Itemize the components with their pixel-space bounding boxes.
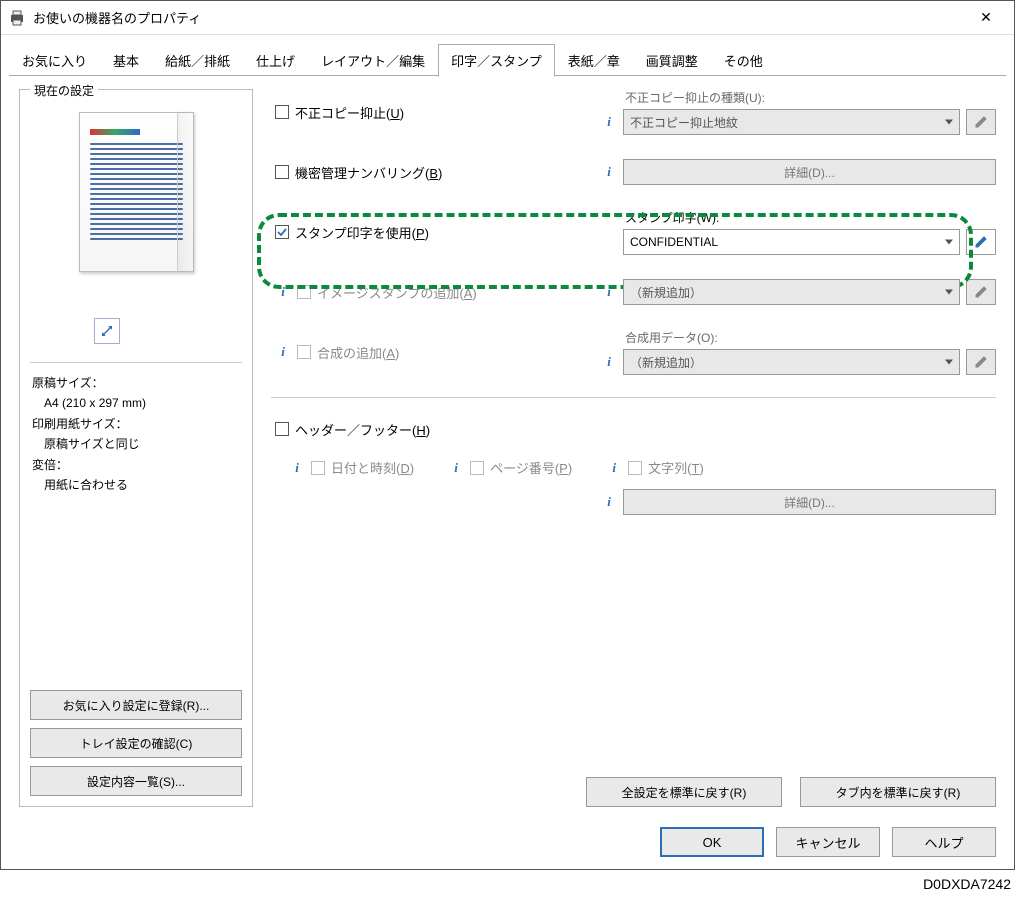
reset-tab-button[interactable]: タブ内を標準に戻す(R)	[800, 777, 996, 807]
info-icon[interactable]	[289, 460, 305, 476]
printer-icon	[9, 10, 25, 26]
tab-stamp[interactable]: 印字／スタンプ	[438, 44, 555, 77]
tab-favorites[interactable]: お気に入り	[9, 44, 100, 77]
tray-settings-button[interactable]: トレイ設定の確認(C)	[30, 728, 242, 758]
register-favorite-button[interactable]: お気に入り設定に登録(R)...	[30, 690, 242, 720]
copy-protect-label: 不正コピー抑止(U)	[295, 103, 404, 122]
info-icon[interactable]	[601, 354, 617, 370]
info-icon[interactable]	[601, 164, 617, 180]
overlay-label: 合成の追加(A)	[317, 343, 399, 362]
tabstrip: お気に入り 基本 給紙／排紙 仕上げ レイアウト／編集 印字／スタンプ 表紙／章…	[1, 35, 1014, 77]
copy-protect-checkbox[interactable]	[275, 105, 289, 119]
overlay-edit-button	[966, 349, 996, 375]
pagenum-checkbox	[470, 461, 484, 475]
numbering-checkbox[interactable]	[275, 165, 289, 179]
header-footer-checkbox[interactable]	[275, 422, 289, 436]
settings-summary: 原稿サイズ： A4 (210 x 297 mm) 印刷用紙サイズ： 原稿サイズと…	[30, 373, 242, 495]
info-icon[interactable]	[601, 114, 617, 130]
info-icon[interactable]	[601, 284, 617, 300]
header-footer-detail-button: 詳細(D)...	[623, 489, 996, 515]
pagenum-label: ページ番号(P)	[490, 458, 572, 477]
ok-button[interactable]: OK	[660, 827, 764, 857]
tab-basic[interactable]: 基本	[100, 44, 152, 77]
numbering-detail-button: 詳細(D)...	[623, 159, 996, 185]
cancel-button[interactable]: キャンセル	[776, 827, 880, 857]
divider	[30, 362, 242, 363]
overlay-data-label: 合成用データ(O):	[601, 329, 996, 346]
overlay-data-combo: （新規追加）	[623, 349, 960, 375]
tab-paper[interactable]: 給紙／排紙	[152, 44, 243, 77]
close-icon[interactable]: ✕	[966, 1, 1006, 35]
stamp-use-label: スタンプ印字を使用(P)	[295, 223, 429, 242]
copy-type-combo: 不正コピー抑止地紋	[623, 109, 960, 135]
tab-finishing[interactable]: 仕上げ	[243, 44, 308, 77]
info-icon[interactable]	[601, 494, 617, 510]
page-preview	[79, 112, 194, 272]
document-id: D0DXDA7242	[0, 870, 1015, 892]
numbering-label: 機密管理ナンバリング(B)	[295, 163, 442, 182]
stamp-select-combo[interactable]: CONFIDENTIAL	[623, 229, 960, 255]
print-size-value: 原稿サイズと同じ	[32, 434, 242, 454]
tab-cover[interactable]: 表紙／章	[555, 44, 633, 77]
text-label: 文字列(T)	[648, 458, 704, 477]
dialog-footer: OK キャンセル ヘルプ	[660, 827, 996, 857]
info-icon[interactable]	[448, 460, 464, 476]
content-area: 現在の設定 原稿サイズ： A4 (210 x 297 mm)	[1, 77, 1014, 819]
image-stamp-label: イメージスタンプの追加(A)	[317, 283, 477, 302]
scale-value: 用紙に合わせる	[32, 475, 242, 495]
page-preview-area	[30, 104, 242, 354]
tab-quality[interactable]: 画質調整	[633, 44, 711, 77]
stamp-use-checkbox[interactable]	[275, 225, 289, 239]
stamp-edit-button[interactable]	[966, 229, 996, 255]
window-title: お使いの機器名のプロパティ	[33, 8, 966, 27]
info-icon[interactable]	[606, 460, 622, 476]
properties-dialog: お使いの機器名のプロパティ ✕ お気に入り 基本 給紙／排紙 仕上げ レイアウト…	[0, 0, 1015, 870]
orig-size-label: 原稿サイズ：	[32, 373, 242, 393]
image-stamp-combo: （新規追加）	[623, 279, 960, 305]
current-settings-panel: 現在の設定 原稿サイズ： A4 (210 x 297 mm)	[19, 89, 253, 807]
stamp-settings-panel: 不正コピー抑止(U) 不正コピー抑止の種類(U): 不正コピー抑止地紋 機密管理…	[271, 89, 996, 807]
print-size-label: 印刷用紙サイズ：	[32, 414, 242, 434]
info-icon[interactable]	[275, 284, 291, 300]
orientation-button[interactable]	[94, 318, 120, 344]
header-footer-label: ヘッダー／フッター(H)	[295, 420, 430, 439]
help-button[interactable]: ヘルプ	[892, 827, 996, 857]
scale-label: 変倍：	[32, 455, 242, 475]
datetime-checkbox	[311, 461, 325, 475]
image-stamp-edit-button	[966, 279, 996, 305]
text-checkbox	[628, 461, 642, 475]
image-stamp-checkbox	[297, 285, 311, 299]
settings-list-button[interactable]: 設定内容一覧(S)...	[30, 766, 242, 796]
info-icon[interactable]	[275, 344, 291, 360]
copy-type-edit-button	[966, 109, 996, 135]
overlay-checkbox	[297, 345, 311, 359]
datetime-label: 日付と時刻(D)	[331, 458, 414, 477]
titlebar: お使いの機器名のプロパティ ✕	[1, 1, 1014, 35]
tab-layout[interactable]: レイアウト／編集	[308, 44, 438, 77]
divider	[271, 397, 996, 398]
reset-all-button[interactable]: 全設定を標準に戻す(R)	[586, 777, 782, 807]
orig-size-value: A4 (210 x 297 mm)	[32, 393, 242, 413]
stamp-select-label: スタンプ印字(W):	[601, 209, 996, 226]
current-settings-legend: 現在の設定	[30, 82, 98, 99]
copy-type-label: 不正コピー抑止の種類(U):	[601, 89, 996, 106]
tab-other[interactable]: その他	[711, 44, 776, 77]
